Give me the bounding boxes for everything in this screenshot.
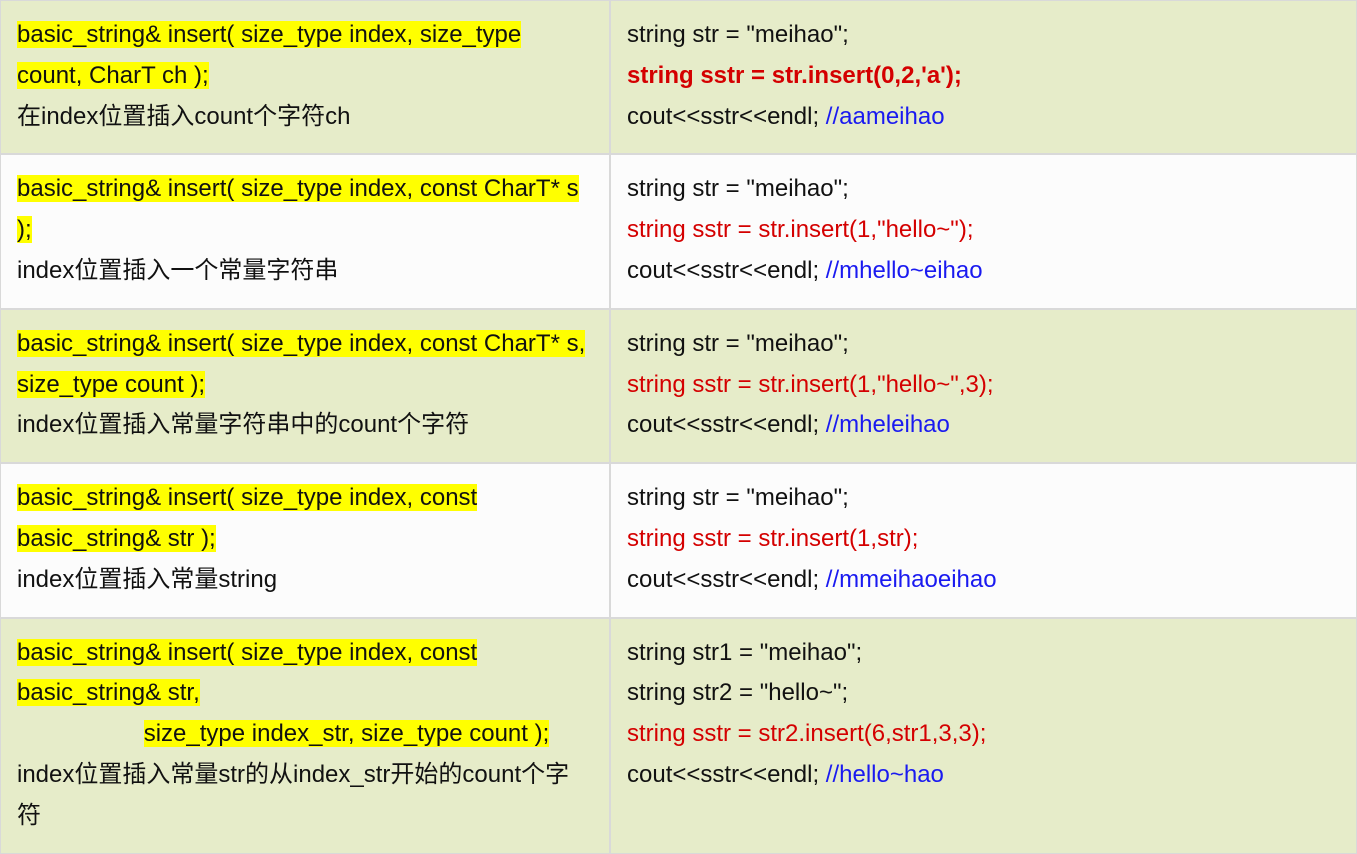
- code-comment: //mhello~eihao: [826, 257, 983, 284]
- function-signature: basic_string& insert( size_type index, c…: [17, 484, 477, 552]
- signature-description: index位置插入常量字符串中的count个字符: [17, 405, 593, 446]
- code-comment: //mmeihaoeihao: [826, 566, 997, 593]
- example-cell: string str = "meihao";string sstr = str.…: [610, 0, 1357, 154]
- table-row: basic_string& insert( size_type index, c…: [0, 154, 1357, 308]
- code-comment: //mheleihao: [826, 411, 950, 438]
- signature-description: 在index位置插入count个字符ch: [17, 97, 593, 138]
- code-line: string str2 = "hello~";: [627, 673, 1340, 714]
- table-row: basic_string& insert( size_type index, c…: [0, 618, 1357, 854]
- table-row: basic_string& insert( size_type index, c…: [0, 463, 1357, 617]
- example-cell: string str = "meihao";string sstr = str.…: [610, 309, 1357, 463]
- example-cell: string str = "meihao";string sstr = str.…: [610, 154, 1357, 308]
- insert-reference-table: basic_string& insert( size_type index, s…: [0, 0, 1357, 854]
- function-signature: basic_string& insert( size_type index, s…: [17, 21, 521, 89]
- example-cell: string str = "meihao";string sstr = str.…: [610, 463, 1357, 617]
- signature-description: index位置插入常量string: [17, 560, 593, 601]
- table-row: basic_string& insert( size_type index, s…: [0, 0, 1357, 154]
- signature-cell: basic_string& insert( size_type index, c…: [0, 618, 610, 854]
- code-line-highlight: string sstr = str2.insert(6,str1,3,3);: [627, 714, 1340, 755]
- signature-cell: basic_string& insert( size_type index, c…: [0, 309, 610, 463]
- code-line-highlight: string sstr = str.insert(0,2,'a');: [627, 56, 1340, 97]
- table-row: basic_string& insert( size_type index, c…: [0, 309, 1357, 463]
- code-line-output: cout<<sstr<<endl; //mmeihaoeihao: [627, 560, 1340, 601]
- code-line-output: cout<<sstr<<endl; //mhello~eihao: [627, 251, 1340, 292]
- function-signature-cont: size_type index_str, size_type count );: [144, 720, 550, 747]
- signature-description: index位置插入常量str的从index_str开始的count个字符: [17, 755, 593, 837]
- signature-cell: basic_string& insert( size_type index, c…: [0, 154, 610, 308]
- code-line: string str = "meihao";: [627, 324, 1340, 365]
- function-signature: basic_string& insert( size_type index, c…: [17, 639, 477, 707]
- code-text: cout<<sstr<<endl;: [627, 103, 826, 130]
- code-line: string str = "meihao";: [627, 478, 1340, 519]
- signature-cell: basic_string& insert( size_type index, c…: [0, 463, 610, 617]
- code-text: cout<<sstr<<endl;: [627, 411, 826, 438]
- code-text: cout<<sstr<<endl;: [627, 257, 826, 284]
- example-cell: string str1 = "meihao";string str2 = "he…: [610, 618, 1357, 854]
- signature-cell: basic_string& insert( size_type index, s…: [0, 0, 610, 154]
- code-text: cout<<sstr<<endl;: [627, 761, 826, 788]
- code-line-highlight: string sstr = str.insert(1,"hello~");: [627, 210, 1340, 251]
- signature-description: index位置插入一个常量字符串: [17, 251, 593, 292]
- code-line-highlight: string sstr = str.insert(1,str);: [627, 519, 1340, 560]
- code-comment: //hello~hao: [826, 761, 944, 788]
- code-comment: //aameihao: [826, 103, 945, 130]
- code-text: cout<<sstr<<endl;: [627, 566, 826, 593]
- code-line-output: cout<<sstr<<endl; //hello~hao: [627, 755, 1340, 796]
- code-line: string str1 = "meihao";: [627, 633, 1340, 674]
- code-line: string str = "meihao";: [627, 15, 1340, 56]
- code-line: string str = "meihao";: [627, 169, 1340, 210]
- function-signature: basic_string& insert( size_type index, c…: [17, 175, 579, 243]
- signature-indent: [17, 720, 144, 747]
- code-line-output: cout<<sstr<<endl; //mheleihao: [627, 405, 1340, 446]
- function-signature: basic_string& insert( size_type index, c…: [17, 330, 585, 398]
- code-line-highlight: string sstr = str.insert(1,"hello~",3);: [627, 365, 1340, 406]
- code-line-output: cout<<sstr<<endl; //aameihao: [627, 97, 1340, 138]
